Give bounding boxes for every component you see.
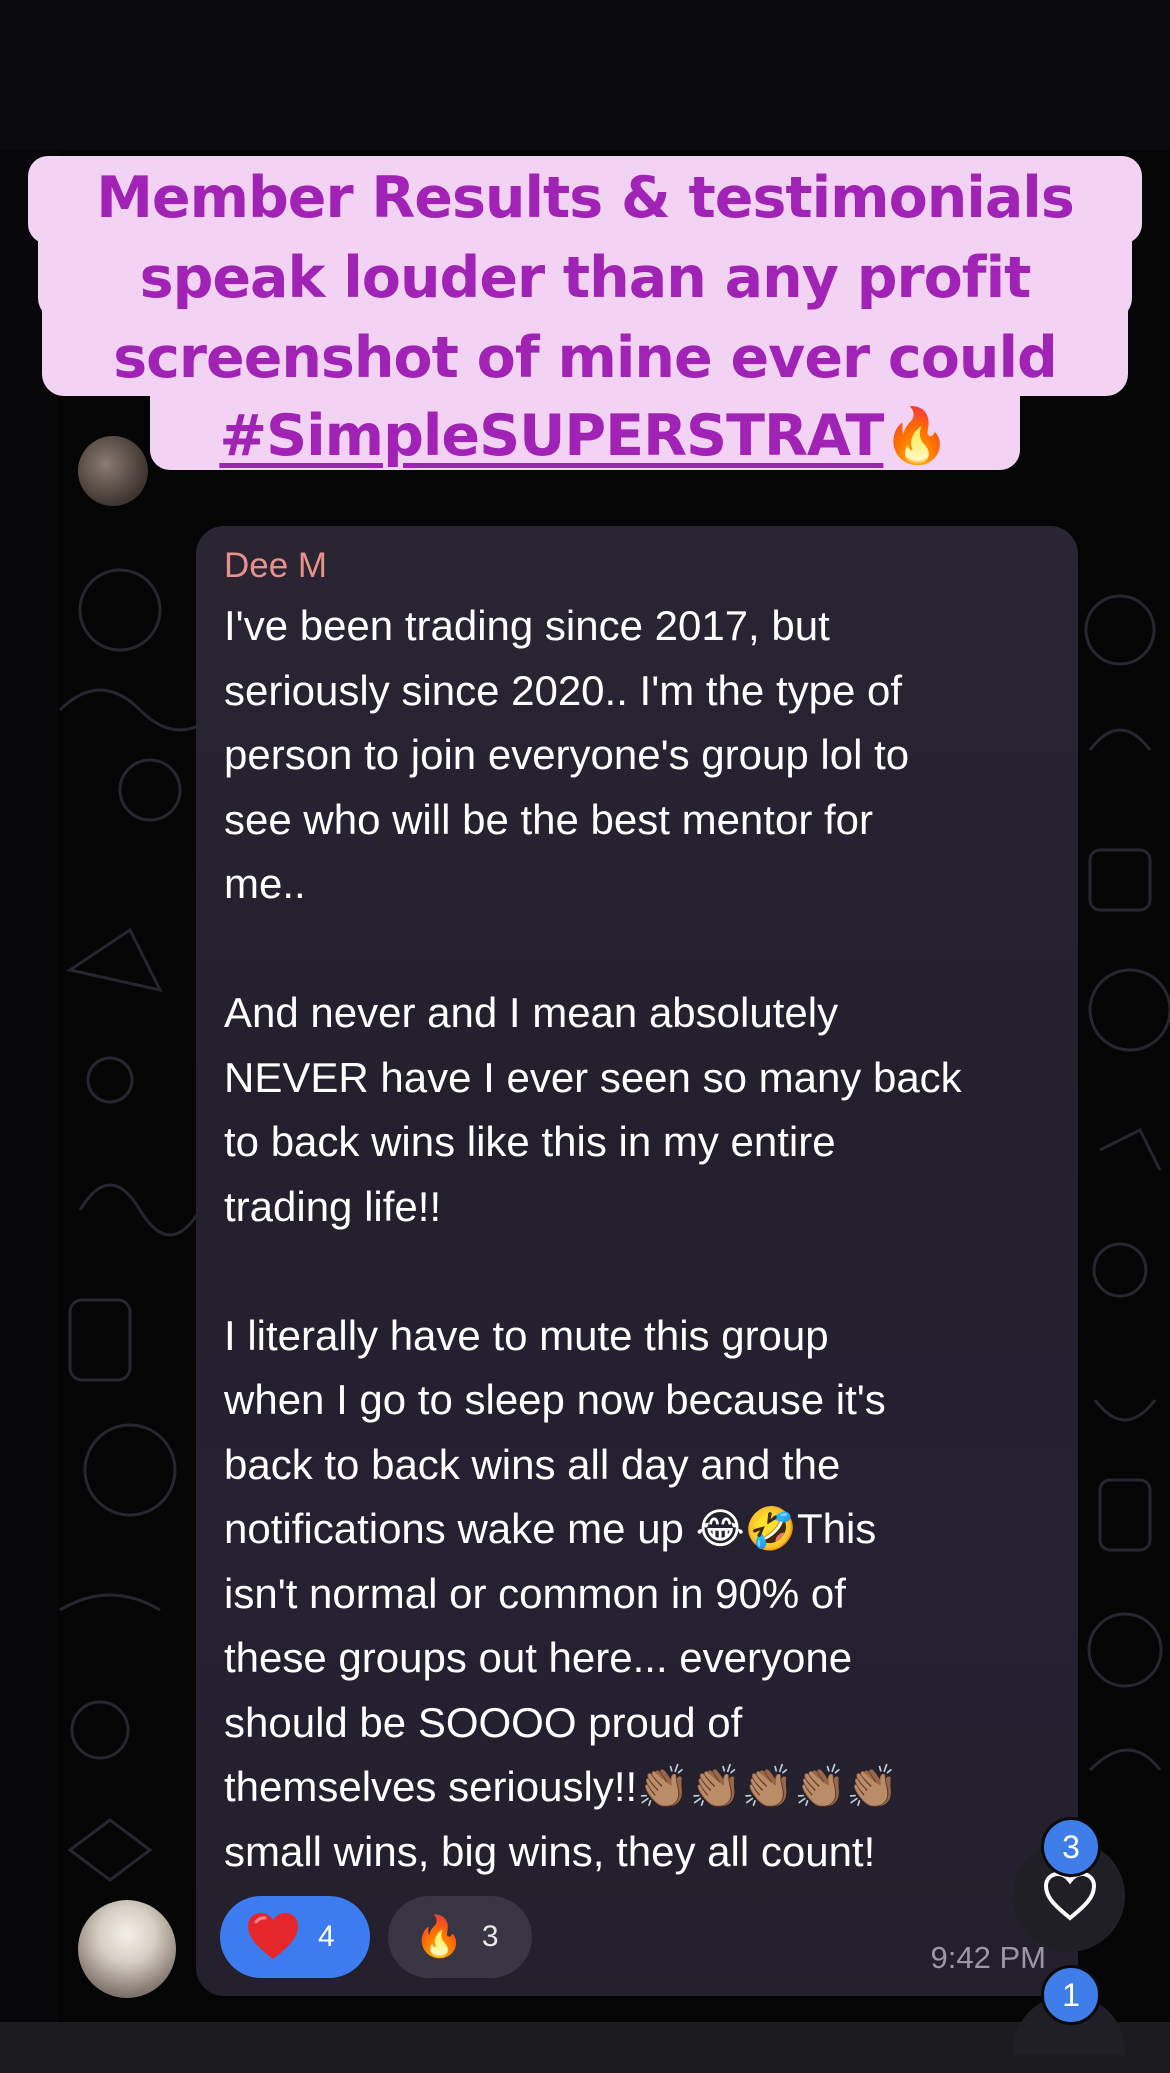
reaction-heart[interactable]: 4 [220, 1896, 370, 1978]
unread-reactions-badge: 3 [1041, 1817, 1101, 1877]
sender-avatar[interactable] [78, 1900, 176, 1998]
caption-line-3: screenshot of mine ever could [113, 325, 1058, 391]
top-bar [0, 0, 1170, 150]
sender-name[interactable]: Dee M [224, 544, 327, 588]
message-line: I literally have to mute this group [224, 1311, 829, 1359]
bottom-bar [0, 2022, 1170, 2073]
message-line: these groups out here... everyone [224, 1634, 853, 1681]
message-line: should be SOOOO proud of [224, 1698, 743, 1746]
message-time: 9:42 PM [930, 1940, 1046, 1975]
message-line: notifications wake me up 😂🤣This [224, 1505, 877, 1552]
message-line: NEVER have I ever seen so many back [224, 1053, 962, 1101]
message-line: And never and I mean absolutely [224, 989, 839, 1036]
message-line: back to back wins all day and the [224, 1440, 841, 1488]
reactions-row: 4 🔥 3 [220, 1896, 532, 1980]
message-line: small wins, big wins, they all count! [224, 1827, 876, 1875]
message-line: trading life!! [224, 1182, 442, 1230]
message-line: when I go to sleep now because it's [224, 1376, 886, 1423]
message-line: see who will be the best mentor for [224, 795, 873, 843]
caption-hashtag[interactable]: #SimpleSUPERSTRAT [219, 403, 884, 469]
message-line: themselves seriously!!👏🏽👏🏽👏🏽👏🏽👏🏽 [224, 1763, 899, 1810]
message-line: me.. [224, 860, 306, 907]
heart-icon [248, 1913, 298, 1959]
reaction-heart-count: 4 [318, 1920, 335, 1953]
message-text: I've been trading since 2017, but seriou… [224, 594, 1084, 1884]
message-line: seriously since 2020.. I'm the type of [224, 666, 903, 714]
screen: Member Results & testimonials speak loud… [0, 0, 1170, 2073]
avatar[interactable] [78, 436, 148, 506]
caption-line-1: Member Results & testimonials [96, 165, 1075, 231]
caption-line-2: speak louder than any profit [139, 245, 1032, 311]
message-bubble[interactable]: Dee M I've been trading since 2017, but … [196, 526, 1078, 1996]
heart-outline-icon [1043, 1872, 1097, 1921]
reaction-fire-count: 3 [481, 1920, 499, 1953]
reaction-fire[interactable]: 🔥 3 [388, 1896, 532, 1978]
message-line: isn't normal or common in 90% of [224, 1569, 846, 1617]
unread-messages-badge: 1 [1041, 1965, 1101, 2025]
message-line: I've been trading since 2017, but [224, 602, 830, 649]
message-line: to back wins like this in my entire [224, 1118, 836, 1165]
story-caption: Member Results & testimonials speak loud… [28, 156, 1142, 470]
caption-hashtag-row: #SimpleSUPERSTRAT🔥 [28, 396, 1142, 476]
message-line [224, 917, 1084, 982]
fire-icon: 🔥 [883, 406, 951, 466]
fire-icon: 🔥 [414, 1915, 464, 1959]
message-line: person to join everyone's group lol to [224, 731, 910, 778]
message-line [224, 1239, 1084, 1304]
